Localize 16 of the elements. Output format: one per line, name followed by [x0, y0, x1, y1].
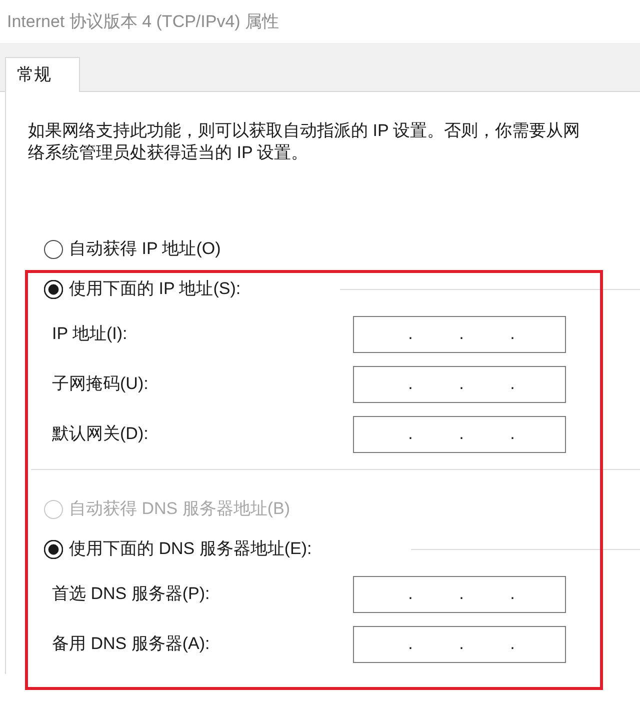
- address-field[interactable]: . . .: [353, 626, 566, 662]
- radio-option[interactable]: 使用下面的 IP 地址(S):: [44, 276, 241, 302]
- field-label: 子网掩码(U):: [52, 373, 150, 396]
- field-label: 备用 DNS 服务器(A):: [52, 633, 211, 656]
- tab[interactable]: 常规: [5, 57, 80, 92]
- description-text: 如果网络支持此功能，则可以获取自动指派的 IP 设置。否则，你需要从网络系统管理员处获得适当的 IP 设置。: [28, 120, 582, 164]
- radio-option[interactable]: 使用下面的 DNS 服务器地址(E):: [44, 536, 312, 562]
- address-field[interactable]: . . .: [353, 576, 566, 612]
- field-label: 首选 DNS 服务器(P):: [52, 583, 211, 606]
- address-field[interactable]: . . .: [353, 366, 566, 402]
- field-label: IP 地址(I):: [52, 323, 128, 346]
- address-field[interactable]: . . .: [353, 316, 566, 352]
- address-field[interactable]: . . .: [353, 416, 566, 452]
- radio-option[interactable]: 自动获得 IP 地址(O): [44, 236, 221, 262]
- field-label: 默认网关(D):: [52, 423, 150, 446]
- window-title: Internet 协议版本 4 (TCP/IPv4) 属性: [7, 10, 280, 33]
